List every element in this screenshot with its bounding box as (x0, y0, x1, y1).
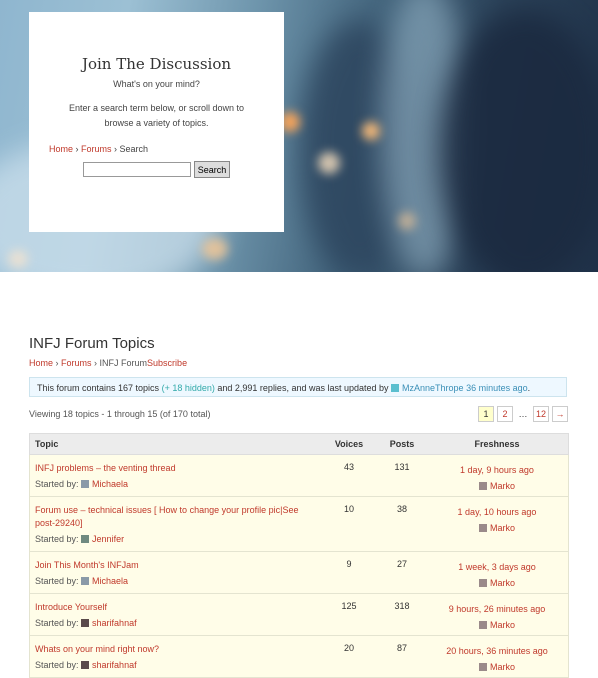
last-updated-time[interactable]: 36 minutes ago (466, 383, 528, 393)
topic-link[interactable]: INFJ problems – the venting thread (35, 463, 176, 473)
breadcrumb-current: Search (119, 144, 149, 154)
avatar-icon (478, 579, 487, 587)
avatar-icon (81, 619, 90, 627)
last-updated-user-link[interactable]: MzAnneThrope (391, 383, 464, 393)
topic-link[interactable]: Whats on your mind right now? (35, 644, 159, 654)
started-by-label: Started by: (35, 479, 79, 489)
topic-link[interactable]: Introduce Yourself (35, 602, 107, 612)
last-user-link[interactable]: Marko (490, 523, 515, 533)
info-middle: and 2,991 replies, and was last updated … (217, 383, 389, 393)
freshness-link[interactable]: 1 week, 3 days ago (458, 562, 536, 572)
author-link[interactable]: Jennifer (92, 534, 124, 544)
freshness-link[interactable]: 20 hours, 36 minutes ago (446, 646, 548, 656)
column-topic: Topic (35, 439, 59, 449)
author-link[interactable]: sharifahnaf (92, 618, 137, 628)
avatar-icon (81, 577, 90, 585)
column-voices: Voices (334, 439, 364, 449)
info-hidden-count: (+ 18 hidden) (161, 383, 215, 393)
voices-count: 20 (343, 643, 354, 653)
topics-table: Topic Voices Posts Freshness INFJ proble… (29, 433, 569, 678)
table-row: Whats on your mind right now? Started by… (29, 636, 569, 678)
posts-count: 318 (394, 601, 410, 611)
avatar-icon (391, 384, 400, 392)
started-by-label: Started by: (35, 618, 79, 628)
freshness-link[interactable]: 9 hours, 26 minutes ago (449, 604, 546, 614)
page-title: INFJ Forum Topics (29, 335, 155, 352)
page-last-link[interactable]: 12 (532, 406, 549, 422)
avatar-icon (478, 621, 487, 629)
table-row: INFJ problems – the venting thread Start… (29, 455, 569, 497)
posts-count: 131 (394, 462, 410, 472)
last-user-link[interactable]: Marko (490, 620, 515, 630)
search-input[interactable] (82, 162, 191, 177)
page-dots: … (518, 409, 528, 419)
voices-count: 10 (343, 504, 354, 514)
posts-count: 87 (396, 643, 407, 653)
hero-description: Enter a search term below, or scroll dow… (68, 103, 245, 128)
hero-subtitle: What's on your mind? (113, 79, 200, 89)
freshness-link[interactable]: 1 day, 9 hours ago (460, 465, 534, 475)
subscribe-link[interactable]: Subscribe (147, 358, 187, 368)
avatar-icon (81, 535, 90, 543)
author-link[interactable]: Michaela (92, 479, 128, 489)
search-button[interactable]: Search (193, 161, 231, 178)
forum-info-notice: This forum contains 167 topics (+ 18 hid… (29, 377, 567, 397)
table-row: Forum use – technical issues [ How to ch… (29, 497, 569, 552)
avatar-icon (81, 480, 90, 488)
table-header: Topic Voices Posts Freshness (29, 433, 569, 455)
freshness-link[interactable]: 1 day, 10 hours ago (458, 507, 537, 517)
topic-link[interactable]: Forum use – technical issues [ How to ch… (35, 505, 298, 528)
avatar-icon (478, 482, 487, 490)
avatar-icon (478, 663, 487, 671)
discussion-card: Join The Discussion What's on your mind?… (29, 12, 284, 232)
column-freshness: Freshness (474, 439, 520, 449)
breadcrumb: Home › Forums › Search (49, 144, 149, 154)
last-updated-user: MzAnneThrope (402, 383, 464, 393)
page-2-link[interactable]: 2 (496, 406, 513, 422)
started-by-label: Started by: (35, 576, 79, 586)
breadcrumb-home[interactable]: Home (49, 144, 73, 154)
voices-count: 9 (346, 559, 352, 569)
table-row: Join This Month's INFJam Started by: Mic… (29, 552, 569, 594)
info-prefix: This forum contains 167 topics (37, 383, 160, 393)
pagination: 1 2 … 12 → (477, 406, 568, 422)
hero-title: Join The Discussion (81, 55, 232, 73)
breadcrumb-forums[interactable]: Forums (81, 144, 112, 154)
last-user-link[interactable]: Marko (490, 578, 515, 588)
table-row: Introduce Yourself Started by: sharifahn… (29, 594, 569, 636)
hero-banner: Join The Discussion What's on your mind?… (0, 0, 598, 272)
voices-count: 125 (341, 601, 357, 611)
next-page-arrow[interactable]: → (552, 406, 568, 422)
voices-count: 43 (343, 462, 354, 472)
viewing-count: Viewing 18 topics - 1 through 15 (of 170… (29, 409, 211, 419)
last-user-link[interactable]: Marko (490, 662, 515, 672)
breadcrumb-home[interactable]: Home (29, 358, 53, 368)
breadcrumb-current: INFJ Forum (99, 358, 148, 368)
breadcrumb-forums[interactable]: Forums (61, 358, 92, 368)
avatar-icon (81, 661, 90, 669)
page-current: 1 (477, 406, 494, 422)
started-by-label: Started by: (35, 534, 79, 544)
avatar-icon (478, 524, 487, 532)
posts-count: 27 (396, 559, 407, 569)
search-form: Search (29, 161, 284, 178)
forum-breadcrumb: Home › Forums › INFJ ForumSubscribe (29, 358, 188, 368)
last-user-link[interactable]: Marko (490, 481, 515, 491)
author-link[interactable]: Michaela (92, 576, 128, 586)
topic-link[interactable]: Join This Month's INFJam (35, 560, 139, 570)
info-suffix: . (527, 383, 531, 393)
column-posts: Posts (389, 439, 415, 449)
posts-count: 38 (396, 504, 407, 514)
